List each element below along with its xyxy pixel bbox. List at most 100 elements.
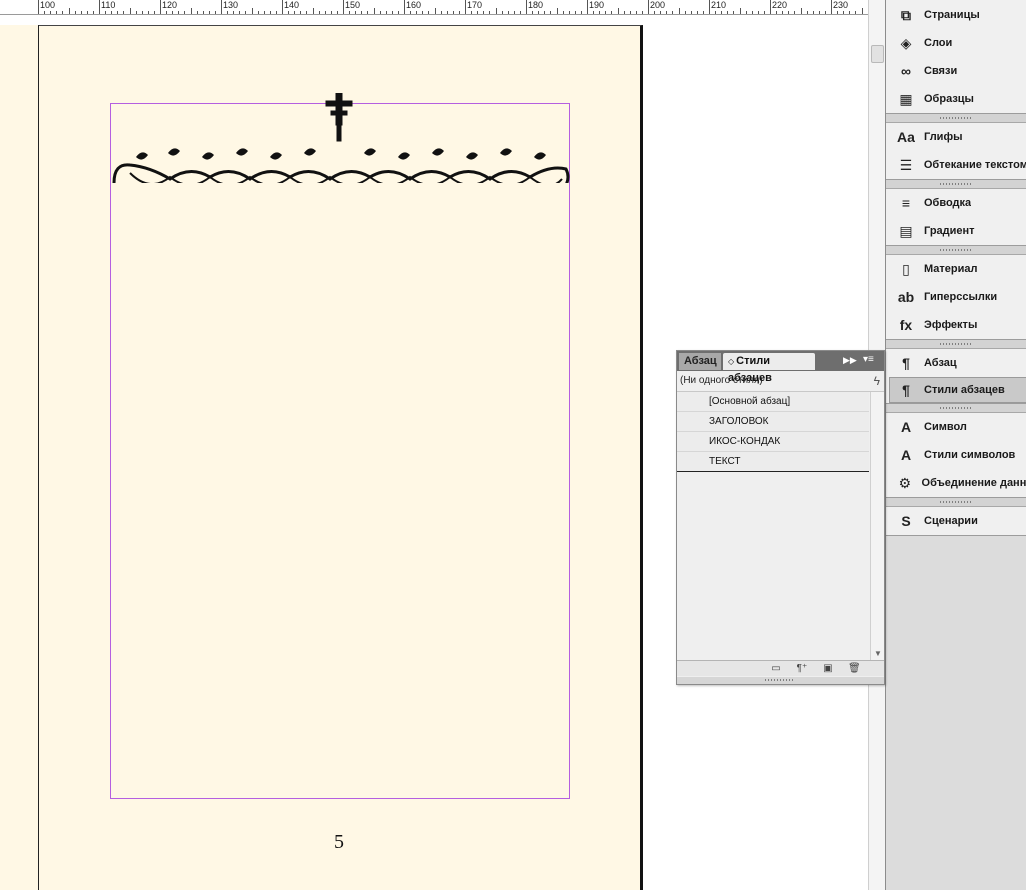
ruler-minor-tick: [440, 11, 442, 14]
new-style-icon[interactable]: ▣: [822, 663, 834, 674]
ruler-minor-tick: [62, 11, 64, 14]
ruler-minor-tick: [507, 11, 509, 14]
ruler-minor-tick: [86, 11, 88, 14]
ruler-minor-tick: [288, 11, 290, 14]
quick-apply-icon[interactable]: ϟ: [874, 371, 880, 391]
scripts-icon: S: [901, 513, 911, 529]
dock-group: Aa Глифы ☰ Обтекание текстом: [886, 123, 1026, 180]
ruler-tick-label: 180: [528, 0, 544, 10]
dock-group: A Символ A Стили символов ⚙ Объединение данны…: [886, 413, 1026, 498]
ruler-minor-tick: [44, 11, 46, 14]
dock-item-label: Сценарии: [924, 515, 978, 527]
style-list-item[interactable]: ЗАГОЛОВОК: [677, 412, 869, 432]
ruler-minor-tick: [312, 8, 314, 14]
ruler-minor-tick: [532, 11, 534, 14]
ruler-minor-tick: [233, 11, 235, 14]
clear-overrides-icon[interactable]: ¶⁺: [796, 663, 808, 674]
scrollbar-thumb[interactable]: [871, 45, 884, 63]
styles-list[interactable]: [Основной абзац] ЗАГОЛОВОК ИКОС-КОНДАК ТЕКС…: [677, 392, 869, 660]
dock-group-grip[interactable]: [886, 114, 1026, 123]
ruler-minor-tick: [837, 11, 839, 14]
ruler-minor-tick: [336, 11, 338, 14]
paragraph-icon: ¶: [902, 355, 910, 371]
ruler-minor-tick: [812, 11, 814, 14]
current-style-label: (Ни одного стиля): [680, 375, 763, 386]
dock-item[interactable]: ab Гиперссылки: [886, 283, 1026, 311]
dock-item-label: Слои: [924, 37, 953, 49]
ruler-minor-tick: [166, 11, 168, 14]
ruler-tick-label: 140: [284, 0, 300, 10]
dock-item[interactable]: ☰ Обтекание текстом: [886, 151, 1026, 179]
style-list-item[interactable]: ИКОС-КОНДАК: [677, 432, 869, 452]
ruler-minor-tick: [721, 11, 723, 14]
ruler-minor-tick: [629, 11, 631, 14]
ruler-tick-label: 100: [40, 0, 56, 10]
ruler-minor-tick: [300, 11, 302, 14]
ruler-minor-tick: [361, 11, 363, 14]
dock-item[interactable]: ¶ Стили абзацев: [889, 377, 1026, 403]
dock-item-label: Стили символов: [924, 449, 1016, 461]
document-page[interactable]: 5: [39, 25, 643, 890]
ruler-minor-tick: [794, 11, 796, 14]
ruler-minor-tick: [660, 11, 662, 14]
dock-group-grip[interactable]: [886, 246, 1026, 255]
dock-item[interactable]: S Сценарии: [886, 507, 1026, 535]
ruler-minor-tick: [397, 11, 399, 14]
ruler-minor-tick: [196, 11, 198, 14]
horizontal-ruler[interactable]: 100 110 120 130 140 150 160 170 180 190 200 210 220 2…: [0, 0, 868, 15]
current-style-row[interactable]: (Ни одного стиля) ϟ: [677, 371, 884, 392]
collapse-panel-icon[interactable]: ▶▶: [843, 355, 857, 366]
dock-item[interactable]: ▯ Материал: [886, 255, 1026, 283]
ruler-minor-tick: [641, 11, 643, 14]
ruler-tick-label: 120: [162, 0, 178, 10]
ruler-minor-tick: [111, 11, 113, 14]
panel-footer: ▭ ¶⁺ ▣ 🗑: [677, 660, 884, 676]
panel-resize-grip[interactable]: [677, 677, 884, 684]
dock-item[interactable]: ▦ Образцы: [886, 85, 1026, 113]
dock-item[interactable]: ⚙ Объединение данных: [886, 469, 1026, 497]
dock-item[interactable]: ⧉ Страницы: [886, 1, 1026, 29]
dock-item[interactable]: Aa Глифы: [886, 123, 1026, 151]
dock-item[interactable]: A Символ: [886, 413, 1026, 441]
tab-paragraph[interactable]: Абзац: [679, 353, 721, 370]
dock-group-grip[interactable]: [886, 498, 1026, 507]
scroll-down-icon[interactable]: ▼: [874, 649, 882, 658]
dock-item[interactable]: fx Эффекты: [886, 311, 1026, 339]
previous-page-edge: [0, 25, 39, 890]
ruler-minor-tick: [422, 11, 424, 14]
dock-group-grip[interactable]: [886, 180, 1026, 189]
interlace-band: [112, 163, 570, 183]
ruler-minor-tick: [257, 11, 259, 14]
dock-item[interactable]: ▤ Градиент: [886, 217, 1026, 245]
ruler-minor-tick: [349, 11, 351, 14]
dock-item[interactable]: A Стили символов: [886, 441, 1026, 469]
dock-group-grip[interactable]: [886, 340, 1026, 349]
header-ornament[interactable]: [110, 93, 570, 183]
style-list-item[interactable]: [Основной абзац]: [677, 392, 869, 412]
tab-paragraph-styles[interactable]: ◇ Стили абзацев: [723, 353, 815, 384]
ruler-minor-tick: [294, 11, 296, 14]
cross-ornament: [325, 93, 353, 142]
ruler-minor-tick: [763, 11, 765, 14]
ruler-minor-tick: [782, 11, 784, 14]
ruler-minor-tick: [654, 11, 656, 14]
dock-item-label: Градиент: [924, 225, 975, 237]
dock-item[interactable]: ≡ Обводка: [886, 189, 1026, 217]
delete-style-icon[interactable]: 🗑: [848, 663, 861, 674]
dock-group-grip[interactable]: [886, 404, 1026, 413]
dock-item[interactable]: ∞ Связи: [886, 57, 1026, 85]
ruler-minor-tick: [806, 11, 808, 14]
ruler-minor-tick: [635, 11, 637, 14]
swatches-icon: ▦: [899, 90, 913, 107]
panel-menu-icon[interactable]: ▾≡: [863, 354, 874, 365]
style-list-item[interactable]: ТЕКСТ: [677, 452, 869, 472]
ruler-tick-label: 170: [467, 0, 483, 10]
gradient-icon: ▤: [899, 222, 913, 239]
new-style-group-icon[interactable]: ▭: [770, 663, 782, 674]
dock-item[interactable]: ¶ Абзац: [886, 349, 1026, 377]
paragraph-styles-panel: Абзац ◇ Стили абзацев ▶▶ ▾≡ (Ни одного ст…: [676, 350, 885, 685]
dock-item[interactable]: ◈ Слои: [886, 29, 1026, 57]
styles-list-scrollbar[interactable]: ▼: [870, 392, 884, 660]
ruler-minor-tick: [666, 11, 668, 14]
ruler-minor-tick: [776, 11, 778, 14]
